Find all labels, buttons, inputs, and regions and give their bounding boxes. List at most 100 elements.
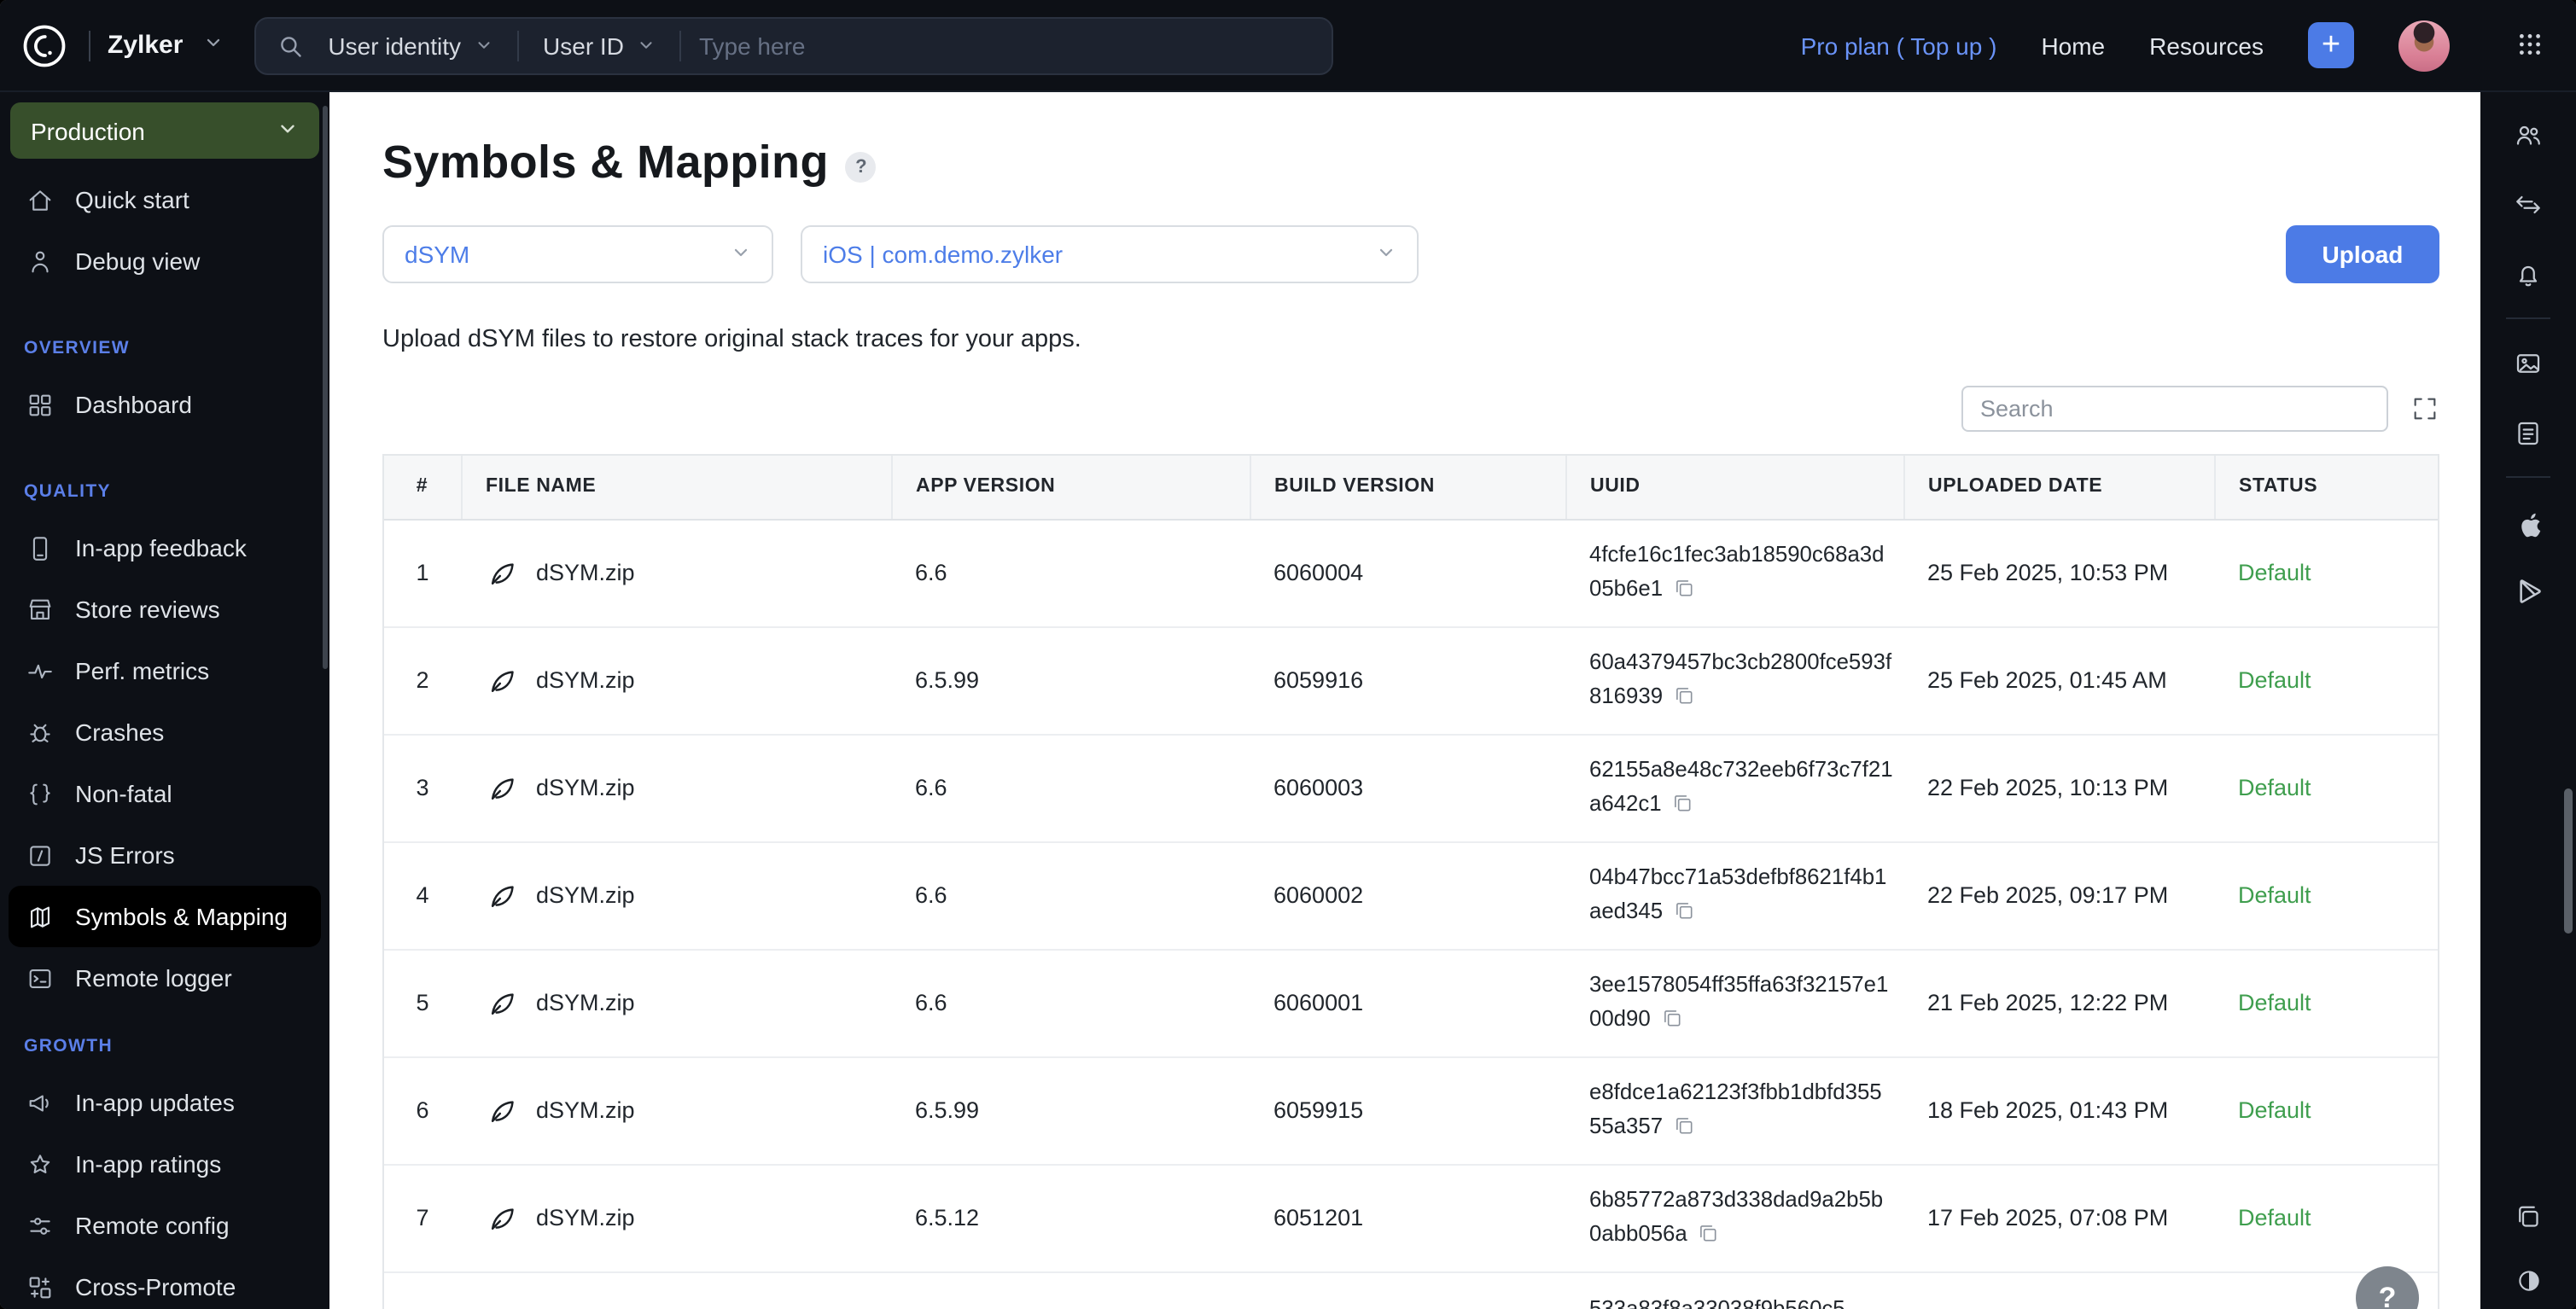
sidebar-item-non-fatal[interactable]: Non-fatal [0, 763, 329, 824]
upload-button[interactable]: Upload [2286, 225, 2439, 283]
overlapping-windows-icon[interactable] [2480, 1181, 2576, 1251]
title-help-icon[interactable]: ? [845, 152, 877, 183]
sidebar-item-dashboard[interactable]: Dashboard [0, 374, 329, 435]
org-name[interactable]: Zylker [108, 31, 183, 60]
table-row[interactable]: 2 dSYM.zip 6.5.99 6059916 60a4379457bc3c… [384, 626, 2438, 735]
sidebar-item-label: Non-fatal [75, 780, 172, 807]
table-row[interactable]: 5 dSYM.zip 6.6 6060001 3ee1578054ff35ffa… [384, 949, 2438, 1057]
symbols-table: # FILE NAME APP VERSION BUILD VERSION UUID UP… [382, 454, 2439, 1309]
table-row[interactable]: 1 dSYM.zip 6.6 6060004 4fcfe16c1fec3ab18… [384, 519, 2438, 627]
table-row[interactable]: 7 dSYM.zip 6.5.12 6051201 6b85772a873d33… [384, 1164, 2438, 1272]
dsym-file-icon [485, 1201, 519, 1235]
home-link[interactable]: Home [2041, 32, 2105, 59]
google-play-icon[interactable] [2480, 556, 2576, 626]
build-version: 6060002 [1250, 841, 1565, 950]
image-icon[interactable] [2480, 328, 2576, 398]
chevron-down-icon [1376, 241, 1396, 268]
sidebar-scrollbar[interactable] [323, 106, 328, 669]
table-row[interactable]: 3 dSYM.zip 6.6 6060003 62155a8e48c732eeb… [384, 734, 2438, 842]
theme-toggle-icon[interactable] [2480, 1251, 2576, 1309]
apps-grid-icon[interactable] [2516, 31, 2544, 67]
user-avatar[interactable] [2398, 20, 2450, 71]
app-version: 6.6 [891, 841, 1250, 950]
plan-topup-link[interactable]: Pro plan ( Top up ) [1801, 32, 1997, 59]
sidebar-item-in-app-updates[interactable]: In-app updates [0, 1072, 329, 1133]
brand[interactable]: Zylker [17, 18, 224, 73]
pulse-icon [24, 655, 55, 686]
divider [2506, 317, 2550, 319]
table-row[interactable]: 6 dSYM.zip 6.5.99 6059915 e8fdce1a62123f… [384, 1056, 2438, 1165]
copy-icon[interactable] [1661, 1004, 1683, 1038]
search-filter-user-id[interactable]: User ID [536, 32, 663, 59]
document-list-icon[interactable] [2480, 398, 2576, 468]
sidebar-item-crashes[interactable]: Crashes [0, 701, 329, 763]
sidebar-item-in-app-ratings[interactable]: In-app ratings [0, 1133, 329, 1195]
table-row[interactable]: 8 533a83f8a33038f9b560c5 [384, 1271, 2438, 1309]
build-version: 6060001 [1250, 949, 1565, 1057]
dsym-file-icon [485, 663, 519, 697]
storefront-icon [24, 594, 55, 625]
build-version: 6059915 [1250, 1056, 1565, 1165]
status-badge: Default [2214, 519, 2438, 627]
expand-icon[interactable] [2410, 394, 2439, 423]
divider [2506, 476, 2550, 478]
sidebar-item-label: Perf. metrics [75, 657, 210, 684]
build-version: 6051201 [1250, 1164, 1565, 1272]
sidebar-item-symbols-mapping[interactable]: Symbols & Mapping [9, 886, 321, 947]
copy-icon[interactable] [1672, 789, 1694, 823]
uuid-value: 6b85772a873d338dad9a2b5b0abb056a [1589, 1185, 1884, 1245]
sidebar-item-quick-start[interactable]: Quick start [0, 169, 329, 230]
file-name: dSYM.zip [536, 667, 635, 693]
copy-icon[interactable] [1673, 897, 1695, 931]
sidebar: Production Quick start Debug view OVERVI… [0, 92, 329, 1309]
sidebar-item-remote-config[interactable]: Remote config [0, 1195, 329, 1256]
sidebar-item-perf-metrics[interactable]: Perf. metrics [0, 640, 329, 701]
uuid-value: 3ee1578054ff35ffa63f32157e100d90 [1589, 970, 1889, 1030]
environment-selector[interactable]: Production [10, 102, 319, 159]
sidebar-item-debug-view[interactable]: Debug view [0, 230, 329, 292]
app-select[interactable]: iOS | com.demo.zylker [801, 225, 1419, 283]
sidebar-item-label: Remote logger [75, 964, 232, 992]
uploaded-date: 22 Feb 2025, 10:13 PM [1903, 734, 2214, 842]
window-scrollbar[interactable] [2564, 788, 2573, 934]
copy-icon[interactable] [1698, 1219, 1720, 1254]
file-name: dSYM.zip [536, 1205, 635, 1230]
app-version: 6.6 [891, 519, 1250, 627]
sidebar-item-js-errors[interactable]: JS Errors [0, 824, 329, 886]
chevron-down-icon [277, 117, 299, 144]
sidebar-item-store-reviews[interactable]: Store reviews [0, 579, 329, 640]
apple-icon[interactable] [2480, 486, 2576, 556]
sidebar-item-remote-logger[interactable]: Remote logger [0, 947, 329, 1009]
status-badge: Default [2214, 734, 2438, 842]
sidebar-item-label: In-app ratings [75, 1150, 222, 1178]
row-number: 6 [384, 1056, 461, 1165]
search-filter-user-identity[interactable]: User identity [321, 32, 500, 59]
uuid-value: e8fdce1a62123f3fbb1dbfd35555a357 [1589, 1078, 1882, 1137]
copy-icon[interactable] [1673, 574, 1695, 608]
sidebar-item-label: Store reviews [75, 596, 220, 623]
copy-icon[interactable] [1673, 682, 1695, 716]
row-number: 4 [384, 841, 461, 950]
table-search-input[interactable] [1961, 386, 2388, 432]
transfer-arrows-icon[interactable] [2480, 169, 2576, 239]
file-name: dSYM.zip [536, 560, 635, 585]
column-header: FILE NAME [461, 456, 892, 520]
section-label-growth: GROWTH [24, 1036, 114, 1056]
copy-icon[interactable] [1673, 1112, 1695, 1146]
file-type-select[interactable]: dSYM [382, 225, 773, 283]
filter-label: User identity [328, 32, 462, 59]
add-button[interactable]: + [2308, 22, 2354, 68]
sidebar-item-label: Cross-Promote [75, 1273, 236, 1300]
resources-link[interactable]: Resources [2149, 32, 2264, 59]
sidebar-item-in-app-feedback[interactable]: In-app feedback [0, 517, 329, 579]
divider [679, 30, 682, 61]
global-search-input[interactable] [698, 32, 1312, 59]
table-row[interactable]: 4 dSYM.zip 6.6 6060002 04b47bcc71a53defb… [384, 841, 2438, 950]
users-icon[interactable] [2480, 99, 2576, 169]
app-window: Zylker User identity User ID Type here P… [0, 0, 2576, 1309]
alert-bell-icon[interactable] [2480, 239, 2576, 309]
sidebar-item-label: Dashboard [75, 391, 192, 418]
main-content: Symbols & Mapping ? dSYM iOS | com.demo.… [329, 92, 2480, 1309]
star-icon [24, 1149, 55, 1179]
sidebar-item-cross-promote[interactable]: Cross-Promote [0, 1256, 329, 1309]
